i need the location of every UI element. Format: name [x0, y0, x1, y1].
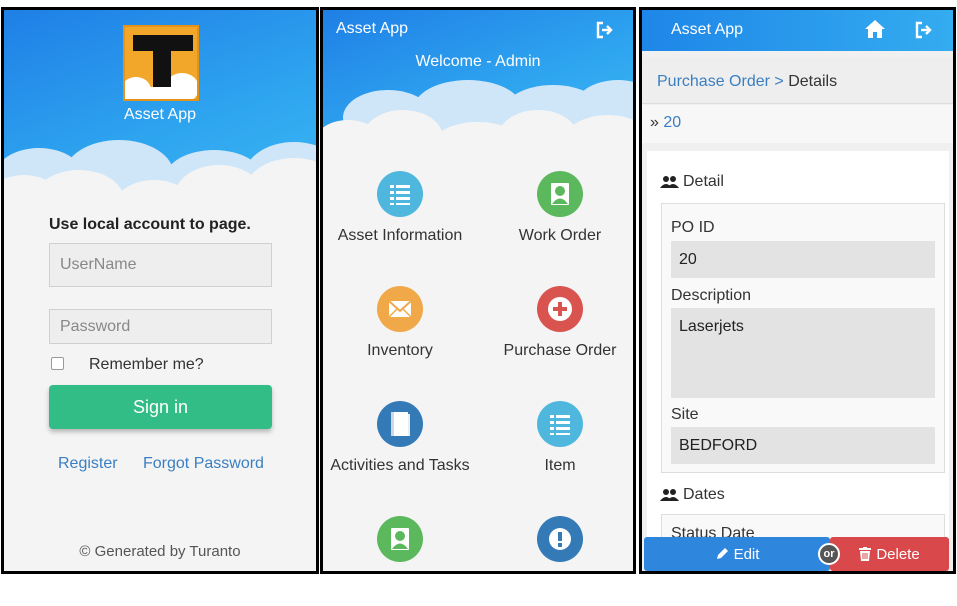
- menu-item-purchase-order[interactable]: Purchase Order: [485, 286, 633, 362]
- menu-item-inventory[interactable]: Inventory: [325, 286, 475, 362]
- menu-item-activities-and-tasks[interactable]: Activities and Tasks: [325, 401, 475, 477]
- trash-icon: [859, 547, 872, 561]
- menu-label: Work Order: [518, 227, 602, 244]
- detail-fieldset: PO ID 20 Description Laserjets Site BEDF…: [661, 203, 945, 473]
- site-label: Site: [671, 406, 699, 423]
- user-icon: [377, 516, 423, 562]
- app-title: Asset App: [336, 20, 409, 37]
- signin-button[interactable]: Sign in: [49, 385, 272, 429]
- section-dates-label: Dates: [683, 486, 725, 503]
- menu-label: Inventory: [367, 342, 433, 359]
- login-heading: Use local account to page.: [49, 216, 251, 233]
- edit-label: Edit: [733, 545, 760, 563]
- section-detail-label: Detail: [683, 173, 724, 190]
- users-icon: [660, 489, 679, 501]
- section-detail-title: Detail: [660, 173, 724, 191]
- menu-item-work-order[interactable]: Work Order: [485, 171, 633, 247]
- description-label: Description: [671, 287, 752, 304]
- record-id-link[interactable]: 20: [663, 114, 681, 131]
- pencil-icon: [716, 548, 728, 559]
- edit-button[interactable]: Edit: [644, 537, 830, 571]
- menu-screen: Asset App Welcome - Admin Asset Informat…: [320, 7, 636, 574]
- list-icon: [537, 401, 583, 447]
- delete-button[interactable]: Delete: [830, 537, 949, 571]
- description-value: Laserjets: [671, 308, 935, 398]
- or-badge: or: [818, 543, 840, 565]
- home-icon[interactable]: [864, 19, 886, 39]
- password-input[interactable]: Password: [49, 309, 272, 344]
- breadcrumb: Purchase Order > Details: [642, 58, 953, 104]
- menu-item-item[interactable]: Item: [485, 401, 633, 477]
- username-input[interactable]: UserName: [49, 243, 272, 287]
- app-name: Asset App: [123, 106, 197, 123]
- plus-icon: [537, 286, 583, 332]
- menu-item-asset-information[interactable]: Asset Information: [325, 171, 475, 247]
- forgot-password-link[interactable]: Forgot Password: [143, 455, 264, 473]
- remember-label: Remember me?: [89, 356, 204, 373]
- register-link[interactable]: Register: [58, 455, 118, 473]
- detail-card: Detail PO ID 20 Description Laserjets Si…: [647, 151, 949, 554]
- welcome-message: Welcome - Admin: [415, 53, 541, 70]
- breadcrumb-purchase-order[interactable]: Purchase Order: [657, 73, 770, 90]
- menu-item-alerts[interactable]: [485, 516, 633, 562]
- logout-icon[interactable]: [595, 21, 615, 39]
- menu-label: Asset Information: [337, 227, 463, 244]
- site-value: BEDFORD: [671, 427, 935, 464]
- user-icon: [537, 171, 583, 217]
- footer-text: © Generated by Turanto: [79, 543, 241, 560]
- breadcrumb-current: Details: [788, 73, 838, 90]
- menu-label: Activities and Tasks: [330, 457, 470, 474]
- po-id-label: PO ID: [671, 219, 715, 236]
- po-id-value: 20: [671, 241, 935, 278]
- login-screen: Asset App Use local account to page. Use…: [1, 7, 319, 574]
- envelope-icon: [377, 286, 423, 332]
- list-icon: [377, 171, 423, 217]
- book-icon: [377, 401, 423, 447]
- record-id-bar: » 20: [642, 105, 953, 143]
- record-prefix: »: [650, 114, 659, 131]
- section-dates-title: Dates: [660, 486, 725, 504]
- users-icon: [660, 176, 679, 188]
- menu-item-users[interactable]: [325, 516, 475, 562]
- breadcrumb-separator: >: [774, 73, 784, 90]
- exclamation-icon: [537, 516, 583, 562]
- app-logo: [123, 25, 199, 101]
- action-bar: Edit Delete or: [642, 537, 953, 571]
- delete-label: Delete: [876, 545, 920, 563]
- app-title: Asset App: [671, 21, 744, 38]
- menu-label: Purchase Order: [503, 342, 617, 359]
- remember-checkbox[interactable]: [51, 357, 64, 370]
- detail-screen: Asset App Purchase Order > Details » 20 …: [639, 7, 956, 574]
- menu-label: Item: [544, 457, 576, 474]
- logout-icon[interactable]: [914, 21, 934, 39]
